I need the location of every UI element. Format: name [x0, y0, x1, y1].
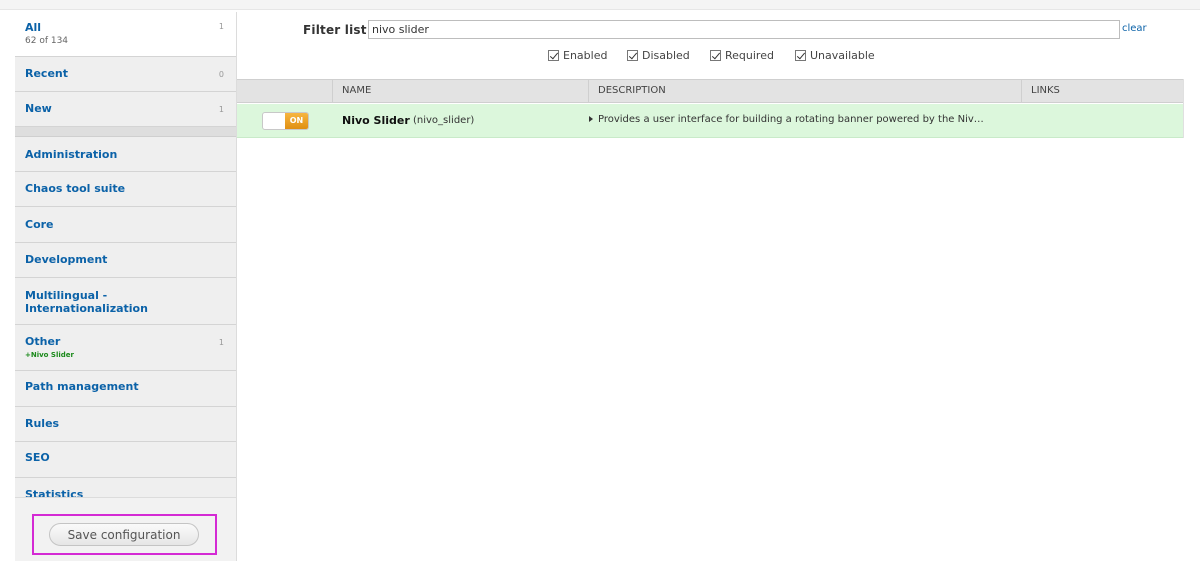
sidebar-item-label: All [25, 21, 42, 34]
sidebar-item-rules[interactable]: Rules [15, 407, 236, 442]
filter-bar: Filter list clear [303, 20, 1163, 40]
sidebar-item-count: 1 [218, 105, 224, 114]
sidebar-item-other[interactable]: Other 1 +Nivo Slider [15, 325, 236, 371]
column-header-name[interactable]: NAME [332, 80, 588, 102]
sidebar-item-label: New [25, 102, 52, 115]
sidebar-item-all[interactable]: All 1 62 of 134 [15, 12, 236, 57]
expand-arrow-icon[interactable] [589, 116, 593, 122]
checkbox-label: Disabled [642, 49, 690, 62]
sidebar-item-label: Path management [25, 380, 139, 393]
sidebar-item-new[interactable]: New 1 [15, 92, 236, 127]
category-sidebar: All 1 62 of 134 Recent 0 New 1 Administr… [15, 12, 237, 561]
top-rule [0, 0, 1200, 10]
sidebar-item-seo[interactable]: SEO [15, 442, 236, 478]
save-configuration-button[interactable]: Save configuration [49, 523, 199, 546]
module-description[interactable]: Provides a user interface for building a… [598, 114, 984, 125]
sidebar-item-label: Administration [25, 148, 118, 161]
module-toggle[interactable]: ON [262, 112, 309, 130]
save-area: Save configuration [15, 497, 237, 561]
column-header-toggle [237, 80, 332, 102]
sidebar-item-recent[interactable]: Recent 0 [15, 57, 236, 92]
checkbox-label: Enabled [563, 49, 608, 62]
sidebar-item-count: 0 [218, 70, 224, 79]
sidebar-item-label: SEO [25, 451, 50, 464]
sidebar-item-count: 1 [218, 22, 224, 31]
new-module-note: +Nivo Slider [25, 351, 74, 359]
sidebar-item-development[interactable]: Development [15, 243, 236, 278]
sidebar-item-label: Recent [25, 67, 69, 80]
table-right-edge [1183, 79, 1184, 138]
sidebar-item-core[interactable]: Core [15, 207, 236, 243]
sidebar-item-label: Other [25, 335, 61, 348]
filter-input[interactable] [368, 20, 1120, 39]
toggle-on-label: ON [285, 113, 308, 129]
sidebar-item-label: Rules [25, 417, 60, 430]
clear-filter-link[interactable]: clear [1122, 23, 1147, 34]
checkbox-label: Required [725, 49, 774, 62]
module-machine-name: (nivo_slider) [413, 115, 475, 126]
sidebar-item-label: Core [25, 218, 54, 231]
module-name: Nivo Slider [342, 114, 410, 127]
sidebar-item-multilingual[interactable]: Multilingual - Internationalization [15, 278, 236, 325]
checkbox-checked-icon[interactable] [710, 50, 721, 61]
module-table-header: NAME DESCRIPTION LINKS [237, 79, 1183, 103]
sidebar-item-count: 1 [218, 338, 224, 347]
highlight-box: Save configuration [32, 514, 217, 555]
sidebar-item-label: Development [25, 253, 108, 266]
checkbox-checked-icon[interactable] [627, 50, 638, 61]
sidebar-item-label: Chaos tool suite [25, 182, 126, 195]
sidebar-item-chaos-tool-suite[interactable]: Chaos tool suite [15, 172, 236, 207]
module-count-summary: 62 of 134 [25, 36, 69, 46]
sidebar-divider [15, 127, 236, 137]
table-row: ON Nivo Slider (nivo_slider) Provides a … [237, 104, 1183, 138]
column-header-description[interactable]: DESCRIPTION [588, 80, 1021, 102]
checkbox-checked-icon[interactable] [795, 50, 806, 61]
checkbox-checked-icon[interactable] [548, 50, 559, 61]
sidebar-item-path-management[interactable]: Path management [15, 371, 236, 407]
checkbox-label: Unavailable [810, 49, 875, 62]
column-header-links[interactable]: LINKS [1021, 80, 1183, 102]
sidebar-item-label: Multilingual - Internationalization [25, 289, 148, 315]
sidebar-item-administration[interactable]: Administration [15, 137, 236, 172]
filter-label: Filter list [303, 23, 367, 37]
